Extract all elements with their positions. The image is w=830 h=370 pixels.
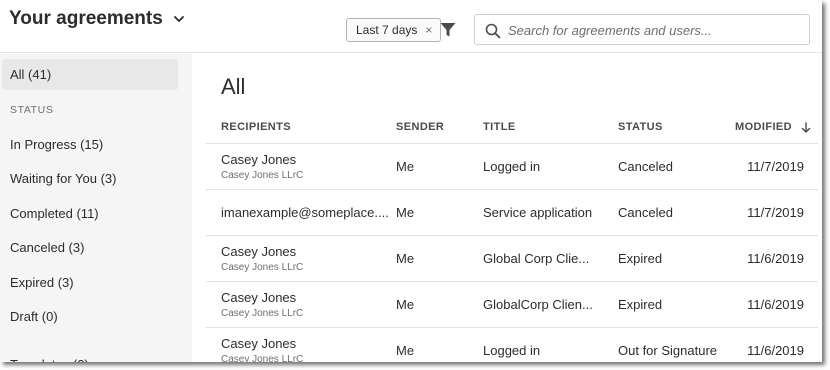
sidebar-item-draft[interactable]: Draft (0) — [2, 301, 178, 332]
arrow-down-icon — [801, 121, 811, 133]
status-cell: Out for Signature — [618, 343, 717, 358]
title-cell: Global Corp Clie... — [483, 251, 590, 266]
sender-cell: Me — [396, 205, 415, 220]
chevron-down-icon — [173, 16, 184, 22]
sender-cell: Me — [396, 297, 415, 312]
recipient-email: imanexample@someplace.... — [221, 205, 389, 220]
status-cell: Expired — [618, 297, 663, 312]
modified-cell: 11/6/2019 — [747, 251, 804, 266]
title-cell: Logged in — [483, 343, 541, 358]
modified-cell: 11/6/2019 — [747, 297, 804, 312]
column-header-modified-label: MODIFIED — [735, 121, 792, 133]
date-filter-label: Last 7 days — [356, 23, 418, 37]
header-bar: Your agreements Last 7 days × — [0, 0, 822, 53]
sidebar-item-expired[interactable]: Expired (3) — [2, 267, 178, 298]
sidebar-item-waiting-for-you[interactable]: Waiting for You (3) — [2, 163, 178, 194]
page-heading: Your agreements — [9, 8, 163, 29]
column-header-status[interactable]: STATUS — [618, 121, 663, 133]
column-header-sender[interactable]: SENDER — [396, 121, 444, 133]
table-row[interactable]: Casey Jones Casey Jones LLrC Me Logged i… — [206, 327, 818, 362]
table-row[interactable]: Casey Jones Casey Jones LLrC Me Logged i… — [206, 143, 818, 189]
sender-cell: Me — [396, 251, 415, 266]
column-header-recipients[interactable]: RECIPIENTS — [221, 121, 291, 133]
column-header-modified[interactable]: MODIFIED — [735, 121, 811, 133]
sidebar: All (41) STATUS In Progress (15) Waiting… — [0, 54, 192, 362]
filter-funnel-icon[interactable] — [439, 21, 457, 39]
modified-cell: 11/7/2019 — [747, 205, 804, 220]
sender-cell: Me — [396, 343, 415, 358]
sidebar-status-heading: STATUS — [10, 104, 54, 116]
status-cell: Canceled — [618, 205, 673, 220]
date-filter-chip[interactable]: Last 7 days × — [346, 18, 442, 42]
sidebar-item-completed[interactable]: Completed (11) — [2, 198, 178, 229]
title-cell: GlobalCorp Clien... — [483, 297, 593, 312]
search-icon — [485, 23, 501, 39]
recipient-company: Casey Jones LLrC — [221, 308, 304, 319]
agreements-window: Your agreements Last 7 days × All (41) S… — [0, 0, 822, 362]
modified-cell: 11/6/2019 — [747, 343, 804, 358]
recipient-company: Casey Jones LLrC — [221, 262, 304, 273]
recipient-name: Casey Jones — [221, 244, 297, 259]
recipient-name: Casey Jones — [221, 152, 297, 167]
sidebar-item-in-progress[interactable]: In Progress (15) — [2, 129, 178, 160]
table-row[interactable]: Casey Jones Casey Jones LLrC Me GlobalCo… — [206, 281, 818, 327]
search-box[interactable] — [474, 14, 810, 45]
list-title: All — [221, 74, 246, 99]
sidebar-item-canceled[interactable]: Canceled (3) — [2, 232, 178, 263]
recipient-company: Casey Jones LLrC — [221, 354, 304, 362]
sidebar-item-all[interactable]: All (41) — [2, 59, 178, 90]
recipient-company: Casey Jones LLrC — [221, 170, 304, 181]
title-cell: Logged in — [483, 159, 541, 174]
status-cell: Canceled — [618, 159, 673, 174]
sender-cell: Me — [396, 159, 415, 174]
search-input[interactable] — [508, 19, 798, 41]
status-cell: Expired — [618, 251, 663, 266]
recipient-name: Casey Jones — [221, 336, 297, 351]
table-row[interactable]: Casey Jones Casey Jones LLrC Me Global C… — [206, 235, 818, 281]
recipient-name: Casey Jones — [221, 290, 297, 305]
close-icon[interactable]: × — [425, 24, 432, 36]
table-row[interactable]: imanexample@someplace.... Me Service app… — [206, 189, 818, 235]
agreements-view-selector[interactable]: Your agreements — [9, 8, 185, 30]
modified-cell: 11/7/2019 — [747, 159, 804, 174]
column-header-title[interactable]: TITLE — [483, 121, 516, 133]
sidebar-item-templates[interactable]: Templates (2) — [2, 349, 178, 362]
title-cell: Service application — [483, 205, 593, 220]
agreements-list-panel: All RECIPIENTS SENDER TITLE STATUS MODIF… — [192, 54, 822, 362]
